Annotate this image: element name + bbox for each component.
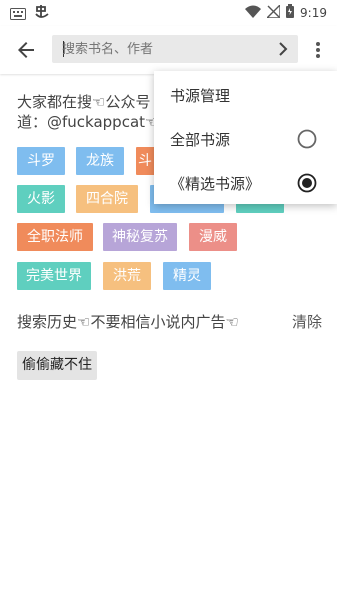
book-source-menu: 书源管理 全部书源 《精选书源》 <box>154 71 337 204</box>
hot-tag[interactable]: 精灵 <box>163 262 211 290</box>
radio-unselected-icon[interactable] <box>297 129 317 149</box>
menu-item-featured-sources[interactable]: 《精选书源》 <box>154 161 337 205</box>
hot-tag[interactable]: 斗罗 <box>17 147 65 175</box>
arrow-left-icon <box>18 42 34 58</box>
hot-tag[interactable]: 四合院 <box>76 185 138 213</box>
hot-tag[interactable]: 龙族 <box>76 147 124 175</box>
hot-tag[interactable]: 全职法师 <box>17 223 93 251</box>
menu-item-all-sources[interactable]: 全部书源 <box>154 117 337 161</box>
hot-tag[interactable]: 火影 <box>17 185 65 213</box>
hot-tag[interactable]: 完美世界 <box>17 262 91 290</box>
more-options-button[interactable] <box>309 38 327 62</box>
hot-tag[interactable]: 漫威 <box>189 223 237 251</box>
history-item[interactable]: 偷偷藏不住 <box>17 351 97 380</box>
search-submit-button[interactable] <box>274 40 292 58</box>
battery-icon <box>286 4 295 21</box>
menu-item-label: 全部书源 <box>170 131 231 149</box>
hot-search-title: 大家都在搜☜公众号 道：@fuckappcat☜ <box>17 93 159 131</box>
menu-item-label: 《精选书源》 <box>170 175 261 193</box>
hot-tag[interactable]: 洪荒 <box>103 262 151 290</box>
search-input[interactable] <box>62 39 262 59</box>
menu-item-label: 书源管理 <box>170 87 231 105</box>
menu-item-source-management[interactable]: 书源管理 <box>154 73 337 117</box>
clear-history-button[interactable]: 清除 <box>292 311 322 332</box>
clock-time: 9:19 <box>300 5 327 20</box>
keyboard-icon <box>10 5 26 24</box>
no-signal-icon <box>265 2 281 21</box>
radio-selected-icon[interactable] <box>297 173 317 193</box>
hot-tag[interactable]: 神秘复苏 <box>103 223 177 251</box>
search-bar[interactable] <box>52 35 298 63</box>
status-bar: 9:19 <box>0 0 337 26</box>
search-history-title: 搜索历史☜不要相信小说内广告☜ <box>17 313 239 331</box>
chevron-right-icon <box>279 42 288 56</box>
back-button[interactable] <box>14 38 38 62</box>
app-bar <box>0 26 337 74</box>
more-vert-icon <box>316 42 320 58</box>
app-notification-icon <box>34 4 50 24</box>
wifi-icon <box>245 5 262 21</box>
